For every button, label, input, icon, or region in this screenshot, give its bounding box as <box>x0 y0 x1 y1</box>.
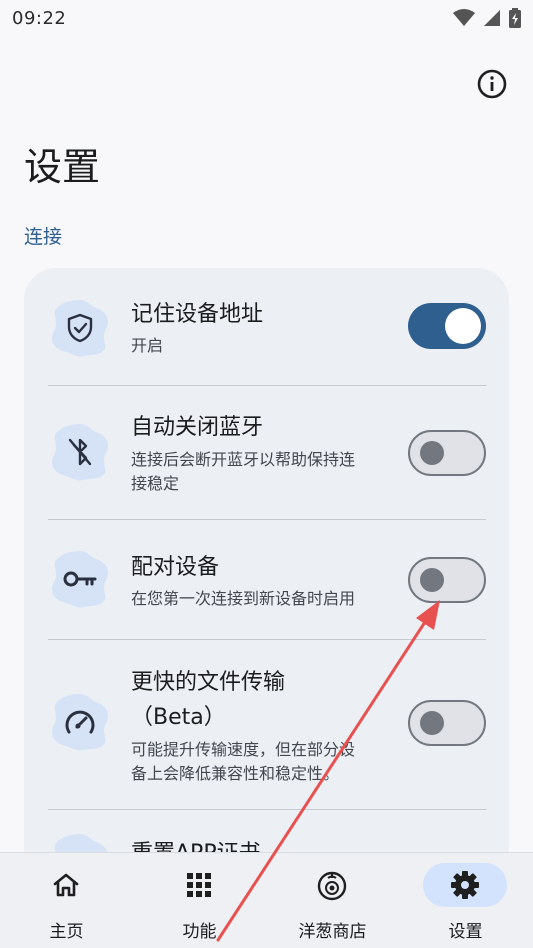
setting-icon-container <box>50 298 110 358</box>
nav-label: 功能 <box>182 922 217 942</box>
faster-transfer-toggle[interactable] <box>408 700 486 746</box>
connection-settings-card: 记住设备地址 开启 自动关闭蓝牙 连接后会断开蓝牙以帮助保持连 接稳定 配对设备… <box>24 268 509 908</box>
setting-title-line2: （Beta） <box>131 705 226 730</box>
setting-row-remember-address[interactable]: 记住设备地址 开启 <box>24 268 509 386</box>
setting-row-pair-device[interactable]: 配对设备 在您第一次连接到新设备时启用 <box>24 520 509 640</box>
info-icon <box>477 69 507 99</box>
wifi-icon <box>453 9 475 26</box>
setting-subtitle-line1: 连接后会断开蓝牙以帮助保持连 <box>131 450 356 469</box>
setting-title: 记住设备地址 <box>131 302 264 327</box>
setting-subtitle-line2: 备上会降低兼容性和稳定性。 <box>131 764 340 783</box>
bottom-navigation: 主页 功能 洋葱商店 设置 <box>0 852 533 948</box>
nav-item-home[interactable]: 主页 <box>0 853 133 948</box>
setting-title: 配对设备 <box>131 555 220 580</box>
grid-icon <box>187 873 211 897</box>
remember-address-toggle[interactable] <box>408 303 486 349</box>
key-icon <box>63 569 97 589</box>
setting-title-line1: 更快的文件传输 <box>131 670 286 695</box>
nav-pill <box>290 863 374 907</box>
status-bar: 09:22 <box>0 0 533 36</box>
pair-device-toggle[interactable] <box>408 557 486 603</box>
home-icon <box>53 873 79 897</box>
gear-icon <box>451 871 479 899</box>
toggle-knob <box>420 441 444 465</box>
setting-row-auto-close-bluetooth[interactable]: 自动关闭蓝牙 连接后会断开蓝牙以帮助保持连 接稳定 <box>24 386 509 520</box>
setting-icon-container <box>50 692 110 752</box>
nav-pill-active <box>423 863 507 907</box>
toggle-knob <box>445 308 481 344</box>
setting-subtitle-line2: 接稳定 <box>131 474 180 493</box>
setting-subtitle-line1: 可能提升传输速度，但在部分设 <box>131 740 356 759</box>
nav-item-features[interactable]: 功能 <box>133 853 266 948</box>
status-time: 09:22 <box>12 7 67 29</box>
section-label-connection: 连接 <box>24 226 63 248</box>
speedometer-icon <box>64 709 96 735</box>
nav-pill <box>24 863 108 907</box>
onion-store-icon <box>317 871 347 901</box>
signal-icon <box>484 10 500 26</box>
setting-icon-container <box>50 422 110 482</box>
setting-icon-container <box>50 549 110 609</box>
page-title: 设置 <box>24 145 101 189</box>
info-button[interactable] <box>474 66 510 102</box>
setting-title: 自动关闭蓝牙 <box>131 415 264 440</box>
auto-close-bluetooth-toggle[interactable] <box>408 430 486 476</box>
nav-label: 设置 <box>448 922 483 942</box>
nav-item-onion-store[interactable]: 洋葱商店 <box>266 853 399 948</box>
shield-check-icon <box>66 313 94 343</box>
nav-pill <box>157 863 241 907</box>
nav-item-settings[interactable]: 设置 <box>399 853 532 948</box>
bluetooth-off-icon <box>67 437 93 467</box>
setting-subtitle: 在您第一次连接到新设备时启用 <box>131 589 356 608</box>
setting-row-faster-transfer[interactable]: 更快的文件传输 （Beta） 可能提升传输速度，但在部分设 备上会降低兼容性和稳… <box>24 640 509 810</box>
toggle-knob <box>420 711 444 735</box>
toggle-knob <box>420 568 444 592</box>
status-icons <box>453 8 521 28</box>
setting-subtitle: 开启 <box>131 336 164 355</box>
nav-label: 洋葱商店 <box>298 922 367 942</box>
battery-charging-icon <box>509 8 521 28</box>
nav-label: 主页 <box>49 922 84 942</box>
